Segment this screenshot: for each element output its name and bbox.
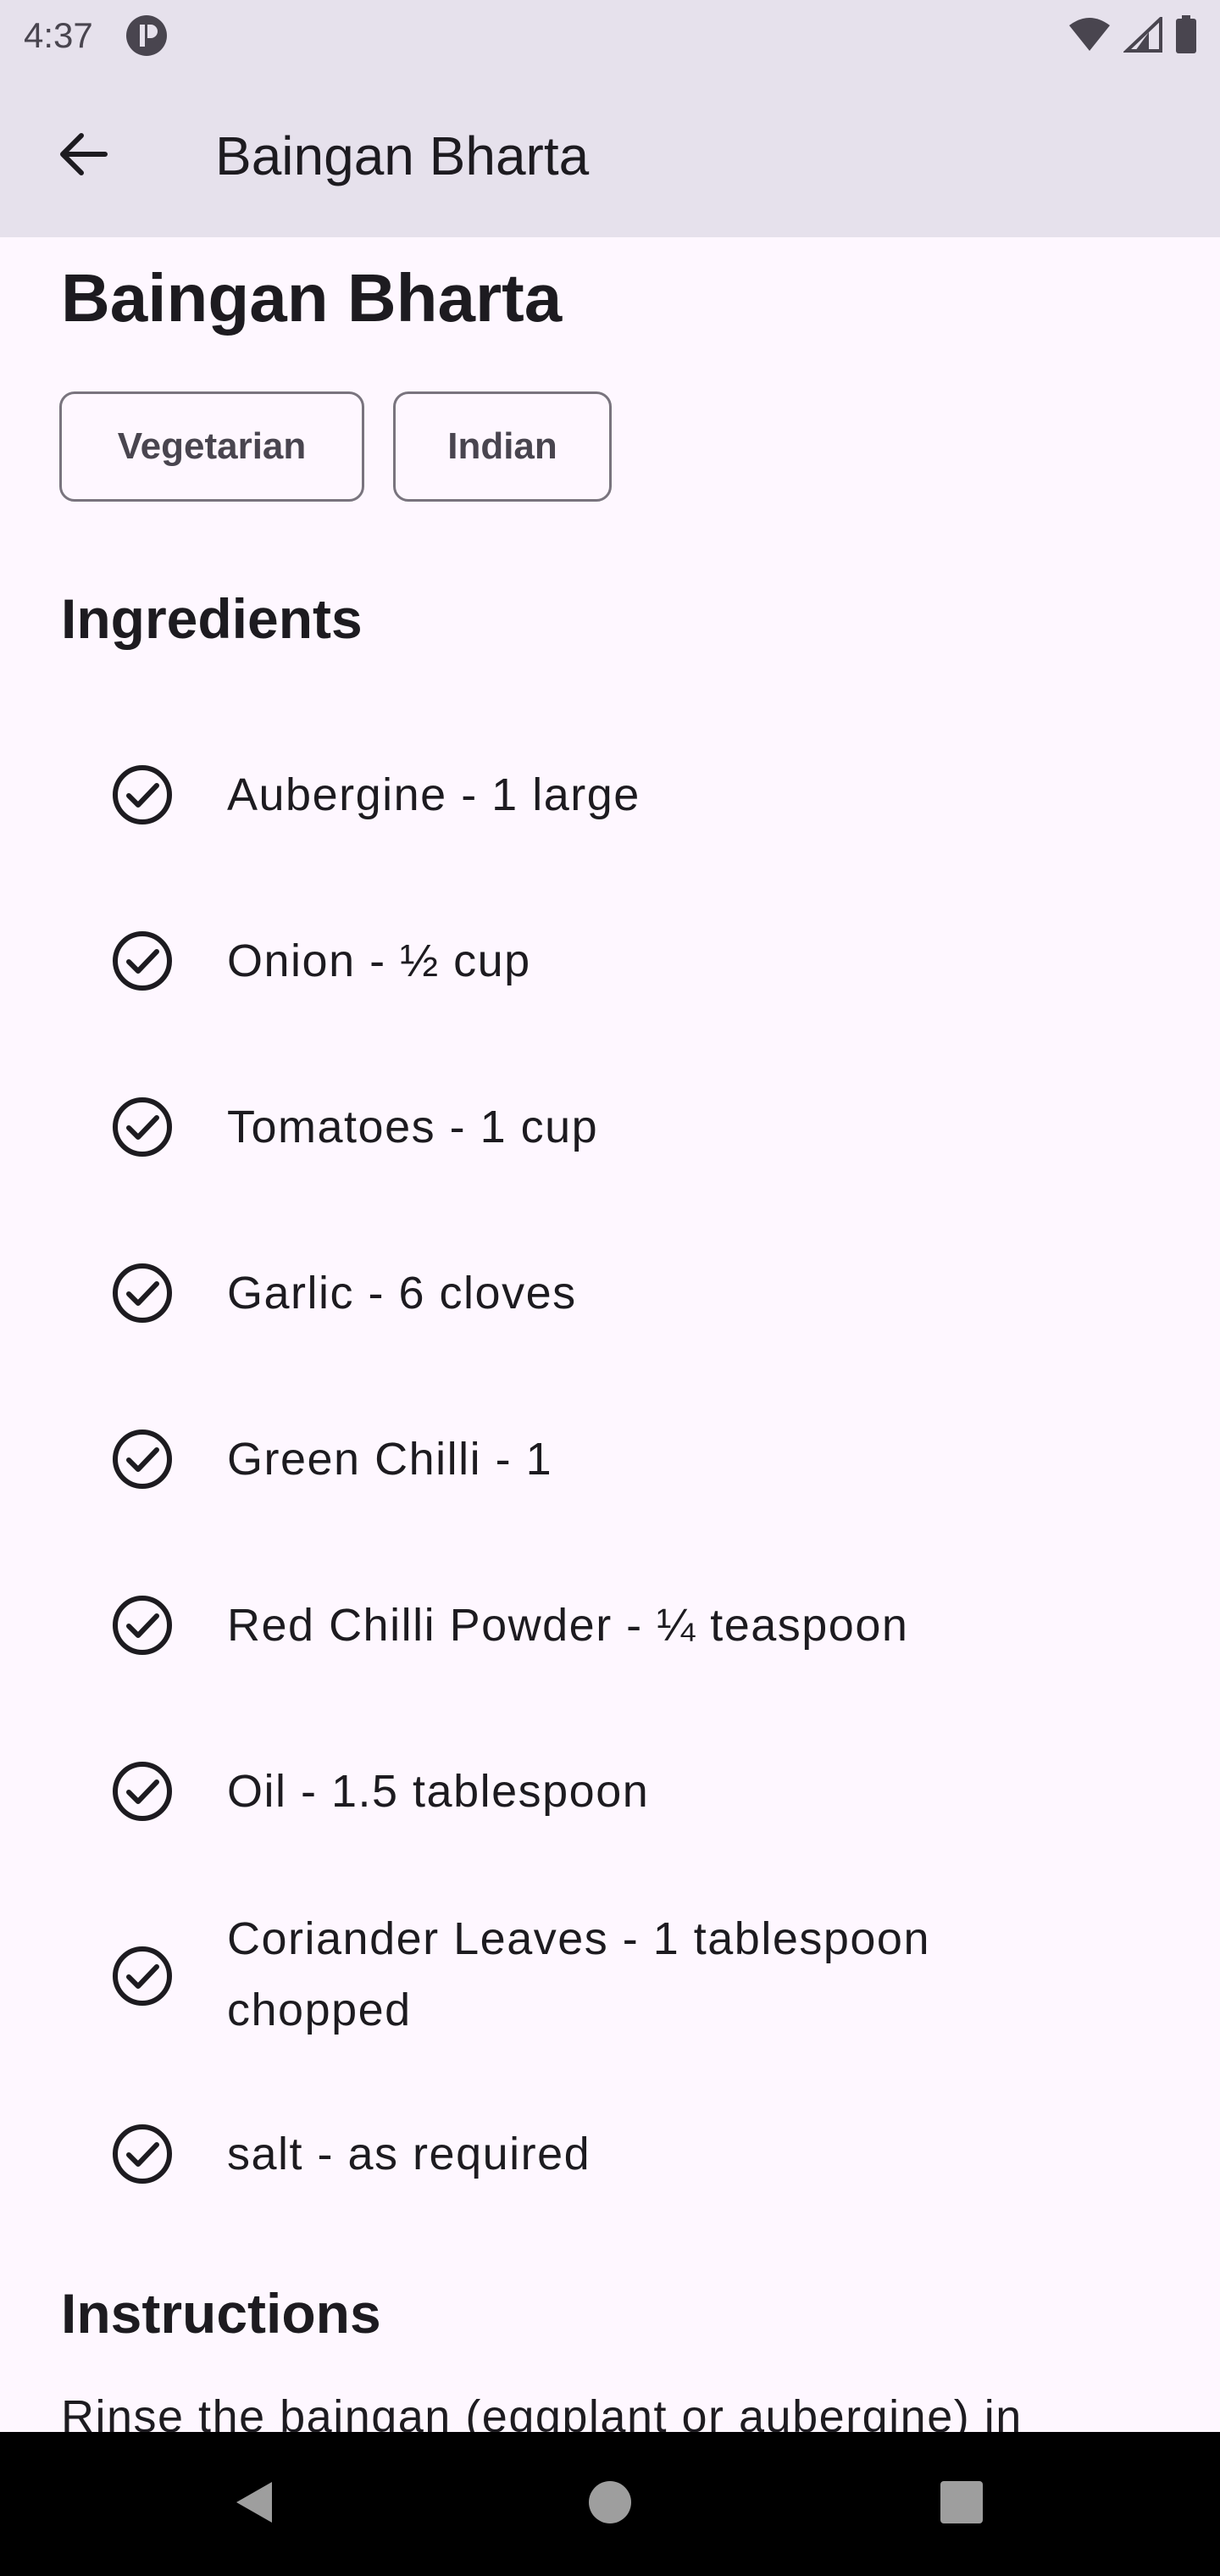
ingredient-item: Tomatoes - 1 cup [0, 1044, 1220, 1210]
instructions-heading: Instructions [61, 2282, 381, 2345]
ingredient-item: Aubergine - 1 large [0, 712, 1220, 878]
status-icons [1068, 14, 1198, 58]
check-circle-icon [108, 1425, 176, 1493]
ingredient-text: Red Chilli Powder - ¼ teaspoon [227, 1600, 909, 1651]
ingredient-text: Tomatoes - 1 cup [227, 1102, 599, 1152]
wifi-icon [1068, 17, 1112, 57]
ingredient-item: Green Chilli - 1 [0, 1376, 1220, 1542]
ingredient-item: Oil - 1.5 tablespoon [0, 1708, 1220, 1874]
check-circle-icon [108, 1093, 176, 1161]
system-nav-bar [0, 2432, 1220, 2576]
tag-chip-vegetarian[interactable]: Vegetarian [59, 391, 364, 502]
ingredient-text: Oil - 1.5 tablespoon [227, 1766, 650, 1817]
check-circle-icon [108, 1757, 176, 1825]
nav-back-button[interactable] [217, 2466, 293, 2542]
nav-recents-button[interactable] [923, 2466, 1000, 2542]
ingredient-item: Garlic - 6 cloves [0, 1210, 1220, 1376]
back-button[interactable] [44, 117, 122, 195]
signal-icon [1122, 14, 1162, 57]
check-circle-icon [108, 1942, 176, 2010]
app-notification-icon [125, 14, 168, 57]
tag-chip-label: Indian [447, 425, 557, 467]
app-bar-title: Baingan Bharta [215, 125, 590, 186]
ingredient-item: Coriander Leaves - 1 tablespoon chopped [0, 1874, 1220, 2076]
ingredient-item: salt - as required [0, 2076, 1220, 2242]
nav-recents-icon [938, 2479, 985, 2530]
tag-chip-label: Vegetarian [117, 425, 307, 467]
ingredient-text: Green Chilli - 1 [227, 1434, 553, 1485]
check-circle-icon [108, 1591, 176, 1659]
status-time: 4:37 [24, 15, 93, 55]
ingredient-item: Red Chilli Powder - ¼ teaspoon [0, 1542, 1220, 1708]
ingredients-heading: Ingredients [61, 587, 363, 650]
ingredient-item: Onion - ½ cup [0, 878, 1220, 1044]
nav-home-button[interactable] [572, 2466, 648, 2542]
tag-chip-indian[interactable]: Indian [393, 391, 612, 502]
nav-back-icon [230, 2477, 280, 2532]
ingredient-text: Coriander Leaves - 1 tablespoon chopped [227, 1913, 931, 2035]
check-circle-icon [108, 1259, 176, 1327]
nav-home-icon [586, 2479, 634, 2530]
recipe-content[interactable]: Baingan Bharta Vegetarian Indian Ingredi… [0, 237, 1220, 2432]
ingredient-text: salt - as required [227, 2129, 591, 2179]
instructions-text: Rinse the baingan (eggplant or aubergine… [61, 2391, 1023, 2432]
ingredient-text: Garlic - 6 cloves [227, 1268, 577, 1319]
ingredient-text: Onion - ½ cup [227, 935, 531, 986]
app-bar: Baingan Bharta [0, 71, 1220, 237]
status-bar: 4:37 [0, 0, 1220, 71]
arrow-left-icon [56, 127, 110, 186]
check-circle-icon [108, 761, 176, 829]
check-circle-icon [108, 2120, 176, 2188]
battery-icon [1174, 14, 1198, 58]
recipe-title: Baingan Bharta [61, 260, 563, 336]
ingredient-text: Aubergine - 1 large [227, 769, 640, 820]
check-circle-icon [108, 927, 176, 995]
